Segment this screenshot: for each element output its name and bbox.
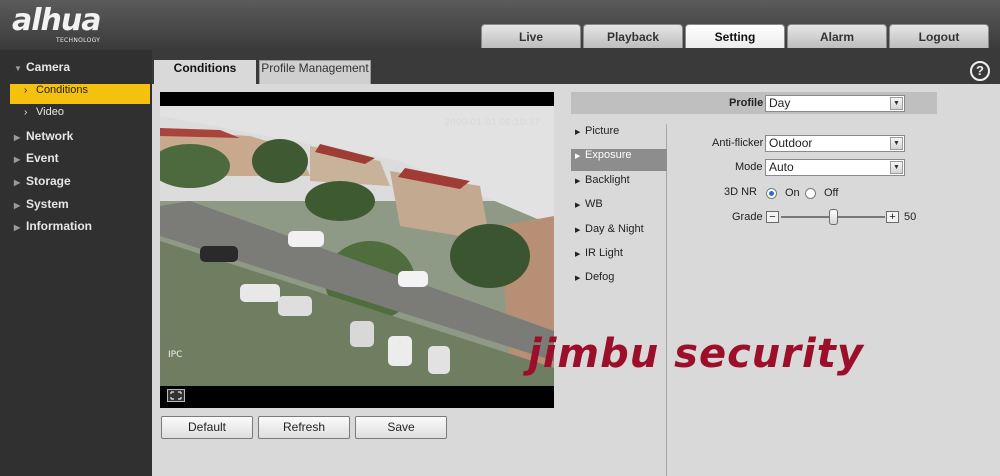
- sidebar-item-label: Camera: [26, 60, 71, 74]
- sidebar-subitem-conditions[interactable]: › Conditions: [10, 84, 150, 104]
- sidebar-item-information[interactable]: ▶ Information: [0, 219, 152, 241]
- caret-right-icon: ▶: [14, 178, 21, 187]
- bullet-icon: ▶: [575, 153, 581, 160]
- nav-tab-alarm[interactable]: Alarm: [787, 24, 887, 48]
- nav-tab-logout[interactable]: Logout: [889, 24, 989, 48]
- tab-conditions[interactable]: Conditions: [154, 60, 256, 84]
- camera-scene-image: [160, 106, 554, 386]
- menu-item-backlight[interactable]: ▶ Backlight: [571, 174, 667, 196]
- menu-item-label: Picture: [585, 125, 620, 137]
- menu-item-label: WB: [585, 198, 603, 210]
- menu-item-wb[interactable]: ▶ WB: [571, 198, 667, 220]
- mode-select[interactable]: Auto ▼: [765, 159, 905, 176]
- menu-item-label: Day & Night: [585, 223, 644, 235]
- grade-label: Grade: [732, 211, 763, 223]
- grade-value: 50: [904, 211, 917, 223]
- sidebar-item-label: System: [26, 197, 69, 211]
- default-button[interactable]: Default: [161, 416, 253, 439]
- dropdown-arrow-icon: ▼: [890, 137, 903, 150]
- settings-menu: ▶ Picture ▶ Exposure ▶ Backlight ▶ WB ▶ Day &…: [571, 124, 667, 476]
- bullet-icon: ▶: [575, 275, 581, 282]
- menu-item-day-night[interactable]: ▶ Day & Night: [571, 223, 667, 245]
- sidebar-subitem-video[interactable]: › Video: [10, 106, 150, 126]
- bullet-icon: ▶: [575, 178, 581, 185]
- 3d-nr-off-radio[interactable]: [805, 188, 816, 199]
- dropdown-arrow-icon: ▼: [890, 161, 903, 174]
- caret-right-icon: ▶: [14, 133, 21, 142]
- dropdown-arrow-icon: ▼: [890, 97, 903, 110]
- 3d-nr-on-label: On: [785, 187, 800, 199]
- bullet-icon: ▶: [575, 227, 581, 234]
- sidebar: ▼ Camera › Conditions › Video ▶ Network ▶ Eve…: [0, 50, 152, 476]
- nav-tab-playback[interactable]: Playback: [583, 24, 683, 48]
- grade-increase-button[interactable]: +: [886, 211, 899, 223]
- brand-wordmark: alhua: [12, 3, 101, 38]
- sidebar-item-event[interactable]: ▶ Event: [0, 151, 152, 173]
- bullet-icon: ▶: [575, 129, 581, 136]
- sidebar-subitem-label: Conditions: [36, 84, 88, 96]
- grade-slider-thumb[interactable]: [828, 209, 838, 225]
- caret-right-icon: ▶: [14, 223, 21, 232]
- 3d-nr-off-label: Off: [824, 187, 839, 199]
- sidebar-item-network[interactable]: ▶ Network: [0, 129, 152, 151]
- anti-flicker-label: Anti-flicker: [712, 137, 764, 149]
- menu-item-label: Defog: [585, 271, 615, 283]
- sidebar-item-label: Information: [26, 219, 92, 233]
- menu-item-defog[interactable]: ▶ Defog: [571, 271, 667, 293]
- profile-select-value: Day: [769, 96, 791, 110]
- header-bar: alhua TECHNOLOGY Live Playback Setting A…: [0, 0, 1000, 50]
- video-timestamp: 2000-01-01 00:10:37: [444, 118, 540, 128]
- mode-label: Mode: [735, 161, 763, 173]
- caret-down-icon: ▼: [14, 64, 22, 73]
- caret-right-icon: ▶: [14, 155, 21, 164]
- brand-tagline: TECHNOLOGY: [56, 37, 101, 44]
- nav-tab-live[interactable]: Live: [481, 24, 581, 48]
- sidebar-item-system[interactable]: ▶ System: [0, 197, 152, 219]
- help-icon[interactable]: ?: [970, 61, 990, 81]
- chevron-right-icon: ›: [24, 85, 28, 96]
- grade-decrease-button[interactable]: −: [766, 211, 779, 223]
- sidebar-item-storage[interactable]: ▶ Storage: [0, 174, 152, 196]
- profile-label: Profile: [729, 97, 764, 109]
- anti-flicker-value: Outdoor: [769, 136, 813, 150]
- sidebar-item-label: Storage: [26, 174, 71, 188]
- chevron-right-icon: ›: [24, 107, 28, 118]
- video-channel-label: IPC: [168, 350, 183, 360]
- 3d-nr-on-radio[interactable]: [766, 188, 777, 199]
- menu-item-label: Backlight: [585, 174, 630, 186]
- profile-select[interactable]: Day ▼: [765, 95, 905, 112]
- watermark-text: jimbu security: [528, 331, 864, 377]
- sidebar-item-label: Network: [26, 129, 74, 143]
- nav-tab-setting[interactable]: Setting: [685, 24, 785, 48]
- menu-item-exposure[interactable]: ▶ Exposure: [571, 149, 667, 171]
- bullet-icon: ▶: [575, 251, 581, 258]
- tab-profile-management[interactable]: Profile Management: [259, 60, 371, 84]
- sidebar-item-camera[interactable]: ▼ Camera: [0, 60, 152, 82]
- menu-item-picture[interactable]: ▶ Picture: [571, 125, 667, 147]
- mode-value: Auto: [769, 160, 794, 174]
- sidebar-subitem-label: Video: [36, 106, 64, 118]
- brand-logo: alhua TECHNOLOGY: [12, 4, 142, 46]
- bullet-icon: ▶: [575, 202, 581, 209]
- video-preview: 2000-01-01 00:10:37 IPC: [160, 92, 554, 408]
- sidebar-item-label: Event: [26, 151, 59, 165]
- menu-item-label: Exposure: [585, 149, 632, 161]
- anti-flicker-select[interactable]: Outdoor ▼: [765, 135, 905, 152]
- menu-item-ir-light[interactable]: ▶ IR Light: [571, 247, 667, 269]
- fullscreen-icon[interactable]: [167, 389, 185, 402]
- save-button[interactable]: Save: [355, 416, 447, 439]
- refresh-button[interactable]: Refresh: [258, 416, 350, 439]
- caret-right-icon: ▶: [14, 201, 21, 210]
- 3d-nr-label: 3D NR: [724, 186, 758, 198]
- menu-item-label: IR Light: [585, 247, 623, 259]
